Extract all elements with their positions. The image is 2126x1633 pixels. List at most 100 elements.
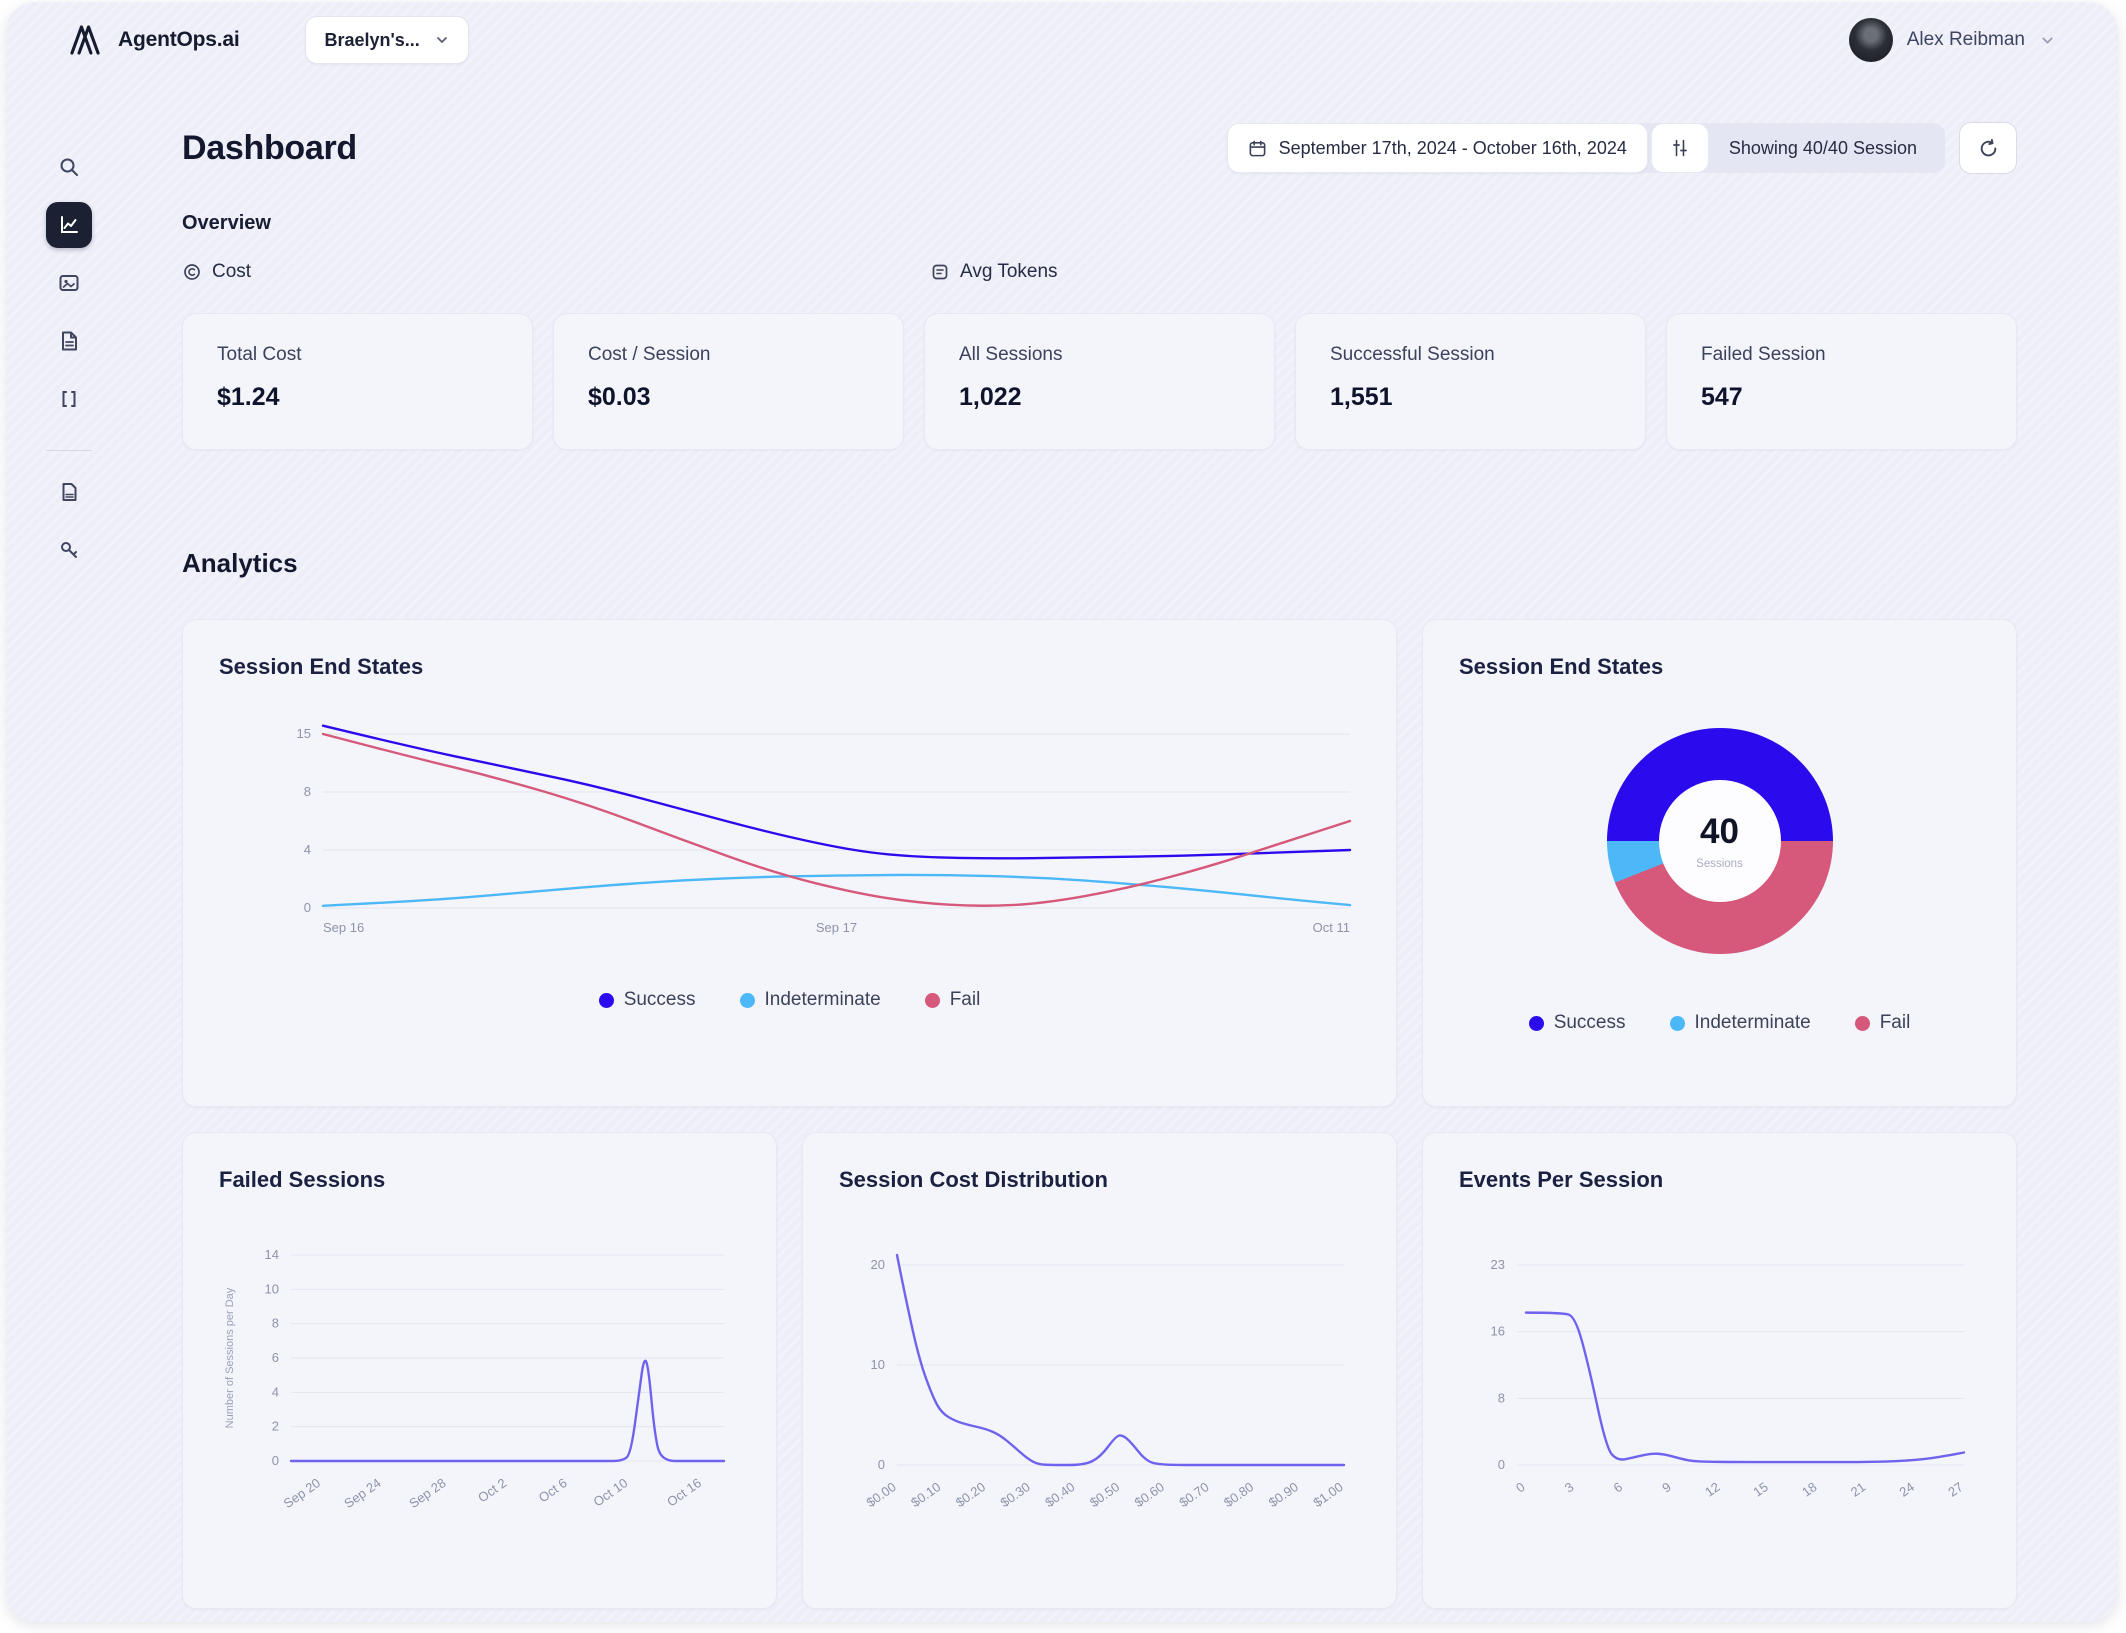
stat-label: Total Cost — [217, 344, 302, 365]
brand: AgentOps.ai — [66, 21, 240, 59]
x-tick-label: $0.50 — [1087, 1479, 1122, 1510]
chart-title: Failed Sessions — [219, 1167, 386, 1192]
avg-tokens-group[interactable]: Avg Tokens — [930, 261, 1058, 283]
date-range-picker[interactable]: September 17th, 2024 - October 16th, 202… — [1226, 123, 1648, 173]
header-controls: September 17th, 2024 - October 16th, 202… — [1226, 122, 2017, 174]
x-tick-label: Sep 28 — [406, 1475, 448, 1511]
series-indeterminate — [321, 873, 1352, 908]
y-tick-label: 20 — [871, 1257, 885, 1272]
stat-label: Successful Session — [1330, 344, 1495, 365]
refresh-icon — [1980, 138, 1996, 156]
avg-tokens-group-label: Avg Tokens — [960, 261, 1058, 282]
sidebar-item-api-keys[interactable] — [46, 527, 92, 573]
legend-dot — [739, 992, 755, 1008]
x-tick-label: 0 — [1513, 1479, 1528, 1495]
donut-center: 40 Sessions — [1658, 780, 1781, 902]
series-events — [1524, 1311, 1966, 1464]
legend-item-success: Success — [1528, 1012, 1626, 1034]
sidebar-divider — [46, 450, 92, 451]
filter-button[interactable] — [1650, 123, 1709, 173]
showing-sessions-label: Showing 40/40 Session — [1728, 137, 1917, 158]
docs-icon — [62, 483, 77, 501]
user-menu[interactable]: Alex Reibman — [1848, 18, 2056, 62]
x-tick-label: Oct 2 — [475, 1475, 509, 1505]
stat-label: Cost / Session — [588, 344, 711, 365]
chart-title: Events Per Session — [1459, 1167, 1664, 1192]
sidebar — [6, 78, 132, 1622]
sidebar-item-traces[interactable] — [46, 376, 92, 422]
y-tick-label: 8 — [1498, 1390, 1505, 1405]
legend-item-indeterminate: Indeterminate — [739, 989, 881, 1011]
topbar: AgentOps.ai Braelyn's... Alex Reibman — [6, 2, 2118, 78]
legend-label: Indeterminate — [764, 989, 881, 1010]
y-tick-label: 0 — [1498, 1457, 1505, 1472]
x-tick-label: $0.10 — [908, 1479, 943, 1510]
stat-value: 1,022 — [959, 383, 1022, 411]
chart-legend: Success Indeterminate Fail — [219, 989, 1360, 1011]
stat-value: 547 — [1701, 383, 1743, 411]
stat-card-failed-session: Failed Session 547 — [1666, 313, 2017, 450]
legend-label: Success — [1553, 1012, 1626, 1033]
main-content: Dashboard September 17th, 2024 - October… — [132, 78, 2118, 1622]
page-title: Dashboard — [182, 128, 357, 167]
overview-section-label: Overview — [182, 212, 271, 234]
x-tick-label: 18 — [1799, 1479, 1819, 1500]
x-tick-label: $0.70 — [1176, 1479, 1211, 1510]
x-tick-label: 21 — [1848, 1479, 1868, 1500]
project-selector[interactable]: Braelyn's... — [305, 16, 469, 64]
x-tick-label: 27 — [1945, 1479, 1965, 1500]
key-icon — [61, 542, 77, 558]
series-failed-sessions — [289, 1359, 726, 1463]
session-end-states-line-chart: 15 8 4 0 Sep 16 Sep 17 Oct 11 — [297, 724, 1352, 935]
x-tick-label: Oct 16 — [664, 1475, 704, 1509]
filter-bar: September 17th, 2024 - October 16th, 202… — [1226, 123, 1945, 173]
line-chart-icon — [61, 216, 78, 233]
y-tick-label: 4 — [272, 1384, 279, 1399]
x-tick-label: Sep 17 — [816, 920, 857, 935]
x-tick-label: $0.90 — [1266, 1479, 1301, 1510]
y-tick-label: 4 — [304, 842, 311, 857]
cost-group[interactable]: Cost — [182, 261, 251, 283]
session-cost-distribution-card: Session Cost Distribution 20 10 0 $0.00 $0.1… — [802, 1132, 1397, 1609]
x-tick-label: Oct 11 — [1313, 920, 1350, 935]
x-tick-label: 15 — [1750, 1479, 1770, 1500]
sidebar-item-search[interactable] — [46, 144, 92, 190]
y-tick-label: 0 — [878, 1457, 885, 1472]
y-tick-label: 14 — [265, 1247, 279, 1262]
y-tick-label: 2 — [272, 1419, 279, 1434]
y-tick-label: 8 — [304, 784, 311, 799]
y-tick-label: 10 — [871, 1357, 885, 1372]
y-tick-label: 8 — [272, 1316, 279, 1331]
refresh-button[interactable] — [1959, 122, 2017, 174]
x-tick-label: $0.00 — [863, 1479, 898, 1510]
legend-dot — [924, 992, 940, 1008]
sidebar-item-sessions[interactable] — [46, 260, 92, 306]
legend-label: Success — [623, 989, 696, 1010]
x-tick-label: $0.40 — [1042, 1479, 1077, 1510]
failed-sessions-card: Failed Sessions 14 10 8 6 4 2 0 Number of Sessi… — [182, 1132, 777, 1609]
overview-group-labels: Cost Avg Tokens — [182, 261, 2017, 291]
legend-dot — [1528, 1015, 1544, 1031]
chart-title: Session Cost Distribution — [839, 1167, 1108, 1192]
x-tick-label: 12 — [1702, 1479, 1722, 1500]
y-tick-label: 0 — [304, 900, 311, 915]
stat-card-cost-per-session: Cost / Session $0.03 — [553, 313, 904, 450]
sidebar-item-analytics[interactable] — [46, 202, 92, 248]
overview-stat-cards: Total Cost $1.24 Cost / Session $0.03 Al… — [182, 313, 2017, 450]
sidebar-item-docs[interactable] — [46, 469, 92, 515]
stat-card-all-sessions: All Sessions 1,022 — [924, 313, 1275, 450]
legend-dot — [1669, 1015, 1685, 1031]
events-per-session-card: Events Per Session 23 16 8 0 0 3 6 9 12 15 18 21 24 2… — [1422, 1132, 2017, 1609]
token-icon — [932, 264, 948, 280]
sidebar-item-projects[interactable] — [46, 318, 92, 364]
analytics-section-label: Analytics — [182, 548, 298, 578]
y-tick-label: 0 — [272, 1453, 279, 1468]
legend-label: Indeterminate — [1694, 1012, 1811, 1033]
document-icon — [62, 331, 77, 351]
chevron-down-icon — [2042, 36, 2053, 44]
y-tick-label: 10 — [265, 1281, 279, 1296]
legend-dot — [1854, 1015, 1870, 1031]
agentops-logo-icon — [70, 25, 100, 55]
legend-item-fail: Fail — [1854, 1012, 1910, 1034]
x-tick-label: $0.20 — [953, 1479, 988, 1510]
